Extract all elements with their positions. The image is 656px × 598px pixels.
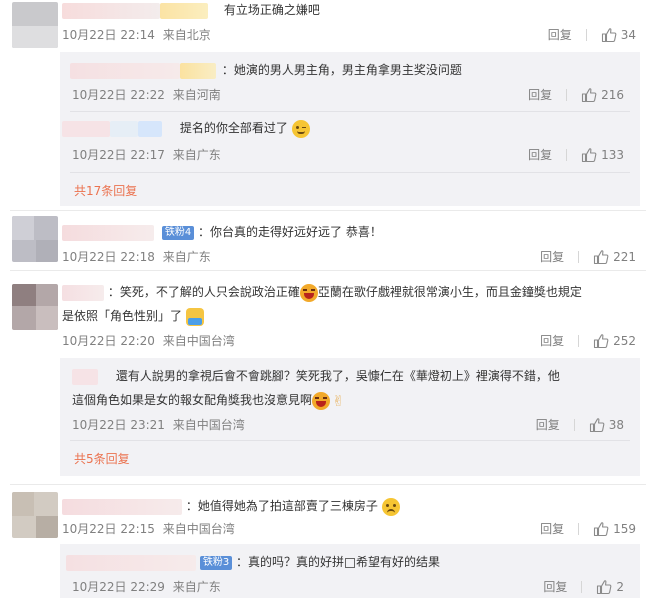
like-count: 216 <box>601 87 624 102</box>
thumbs-up-icon <box>593 249 609 265</box>
comment-time: 10月22日 22:14 <box>62 28 155 42</box>
username[interactable] <box>72 368 98 385</box>
comment-location: 来自北京 <box>162 28 211 42</box>
reply-button[interactable]: 回复 <box>543 578 567 595</box>
username[interactable] <box>62 498 182 515</box>
like-count: 2 <box>616 579 624 594</box>
laugh-emoji-icon <box>312 391 331 410</box>
reply-button[interactable]: 回复 <box>528 146 552 163</box>
like-count: 34 <box>620 27 636 42</box>
like-count: 252 <box>613 333 636 348</box>
comment-item: 有立场正确之嫌吧 10月22日 22:14 来自北京 回复 34 ：她演的男人男… <box>0 0 656 212</box>
reply-location: 来自中国台湾 <box>172 418 245 432</box>
fan-badge: 铁粉3 <box>199 555 233 570</box>
comment-time: 10月22日 22:15 <box>62 522 155 536</box>
comment-item: 铁粉4 ：你台真的走得好远好远了 恭喜！ 10月22日 22:18 来自广东 回… <box>0 212 656 266</box>
reply-text: 還有人說男的拿視后會不會跳腳？笑死我了，吳慷仁在《華燈初上》裡演得不錯，他 <box>115 369 560 383</box>
comment-text: ：她值得她為了拍這部賣了三棟房子 <box>185 499 378 513</box>
comment-item: ：她值得她為了拍這部賣了三棟房子 10月22日 22:15 来自中国台湾 回复 … <box>0 486 656 598</box>
reply-list: 還有人說男的拿視后會不會跳腳？笑死我了，吳慷仁在《華燈初上》裡演得不錯，他 這個… <box>60 358 640 476</box>
username[interactable] <box>62 284 104 301</box>
divider <box>70 440 630 441</box>
like-button[interactable]: 2 <box>596 579 624 595</box>
divider <box>10 484 646 485</box>
avatar[interactable] <box>12 2 58 48</box>
thumbs-up-icon <box>593 333 609 349</box>
username[interactable] <box>62 2 160 19</box>
mouth-emoji-icon <box>345 557 356 568</box>
reply-time: 10月22日 23:21 <box>72 418 165 432</box>
divider <box>70 172 630 173</box>
thumbs-up-icon <box>593 521 609 537</box>
reply-button[interactable]: 回复 <box>540 248 564 265</box>
reply-location: 来自广东 <box>172 148 221 162</box>
reply-text: ：真的吗？真的好拼 <box>236 555 345 569</box>
peace-hand-icon: ✌ <box>332 391 345 410</box>
reply-time: 10月22日 22:22 <box>72 88 165 102</box>
more-replies-link[interactable]: 共17条回复 <box>74 182 137 199</box>
fan-badge: 铁粉4 <box>161 225 195 240</box>
avatar[interactable] <box>12 216 58 262</box>
reply-button[interactable]: 回复 <box>540 520 564 537</box>
reply-text: ：她演的男人男主角，男主角拿男主奖没问题 <box>221 63 462 77</box>
like-button[interactable]: 159 <box>593 521 636 537</box>
avatar[interactable] <box>12 284 58 330</box>
comment-time: 10月22日 22:18 <box>62 250 155 264</box>
comment-location: 来自广东 <box>162 250 211 264</box>
comment-text: ：你台真的走得好远好远了 恭喜！ <box>198 225 382 239</box>
like-button[interactable]: 38 <box>589 417 624 433</box>
reply-location: 来自河南 <box>172 88 221 102</box>
like-count: 38 <box>608 417 624 432</box>
comment-text: 亞蘭在歌仔戲裡就很常演小生，而且金鐘獎也規定 <box>317 285 582 299</box>
thumbs-up-icon <box>596 579 612 595</box>
laugh-emoji-icon <box>299 283 318 302</box>
sad-emoji-icon <box>381 497 400 516</box>
comment-location: 来自中国台湾 <box>162 522 235 536</box>
reply-button[interactable]: 回复 <box>548 26 572 43</box>
reply-list: ：她演的男人男主角，男主角拿男主奖没问题 10月22日 22:22 来自河南 回… <box>60 52 640 206</box>
like-count: 159 <box>613 521 636 536</box>
like-button[interactable]: 216 <box>581 87 624 103</box>
username[interactable] <box>62 120 110 137</box>
reply-time: 10月22日 22:17 <box>72 148 165 162</box>
comment-text: 有立场正确之嫌吧 <box>223 3 320 17</box>
thumbs-up-icon <box>601 27 617 43</box>
username[interactable] <box>70 62 180 79</box>
wink-emoji-icon <box>291 119 310 138</box>
like-button[interactable]: 221 <box>593 249 636 265</box>
more-replies-link[interactable]: 共5条回复 <box>74 450 130 467</box>
divider <box>10 210 646 211</box>
reply-text: 這個角色如果是女的報女配角獎我也沒意見啊 <box>72 393 313 407</box>
divider <box>70 111 630 112</box>
like-count: 221 <box>613 249 636 264</box>
reply-button[interactable]: 回复 <box>540 332 564 349</box>
reply-button[interactable]: 回复 <box>536 416 560 433</box>
reply-list: 铁粉3 ：真的吗？真的好拼 希望有好的结果 10月22日 22:29 来自广东 回… <box>60 544 640 598</box>
username[interactable] <box>62 224 154 241</box>
reply-time: 10月22日 22:29 <box>72 580 165 594</box>
comment-text: ：笑死，不了解的人只会說政治正確 <box>107 285 300 299</box>
like-button[interactable]: 252 <box>593 333 636 349</box>
thumbs-up-icon <box>581 87 597 103</box>
like-button[interactable]: 34 <box>601 27 636 43</box>
thumbs-up-icon <box>581 147 597 163</box>
reply-text: 提名的你全部看过了 <box>179 121 288 135</box>
comment-item: ：笑死，不了解的人只会說政治正確 亞蘭在歌仔戲裡就很常演小生，而且金鐘獎也規定 … <box>0 272 656 484</box>
comment-location: 来自中国台湾 <box>162 334 235 348</box>
comment-text: 是依照「角色性别」了 <box>62 309 183 323</box>
like-count: 133 <box>601 147 624 162</box>
avatar[interactable] <box>12 492 58 538</box>
reply-location: 来自广东 <box>172 580 221 594</box>
reply-text: 希望有好的结果 <box>356 555 441 569</box>
comment-time: 10月22日 22:20 <box>62 334 155 348</box>
reply-button[interactable]: 回复 <box>528 86 552 103</box>
thumbs-up-icon <box>589 417 605 433</box>
like-button[interactable]: 133 <box>581 147 624 163</box>
divider <box>10 270 646 271</box>
username[interactable] <box>66 554 196 571</box>
doge-emoji-icon <box>185 307 204 326</box>
